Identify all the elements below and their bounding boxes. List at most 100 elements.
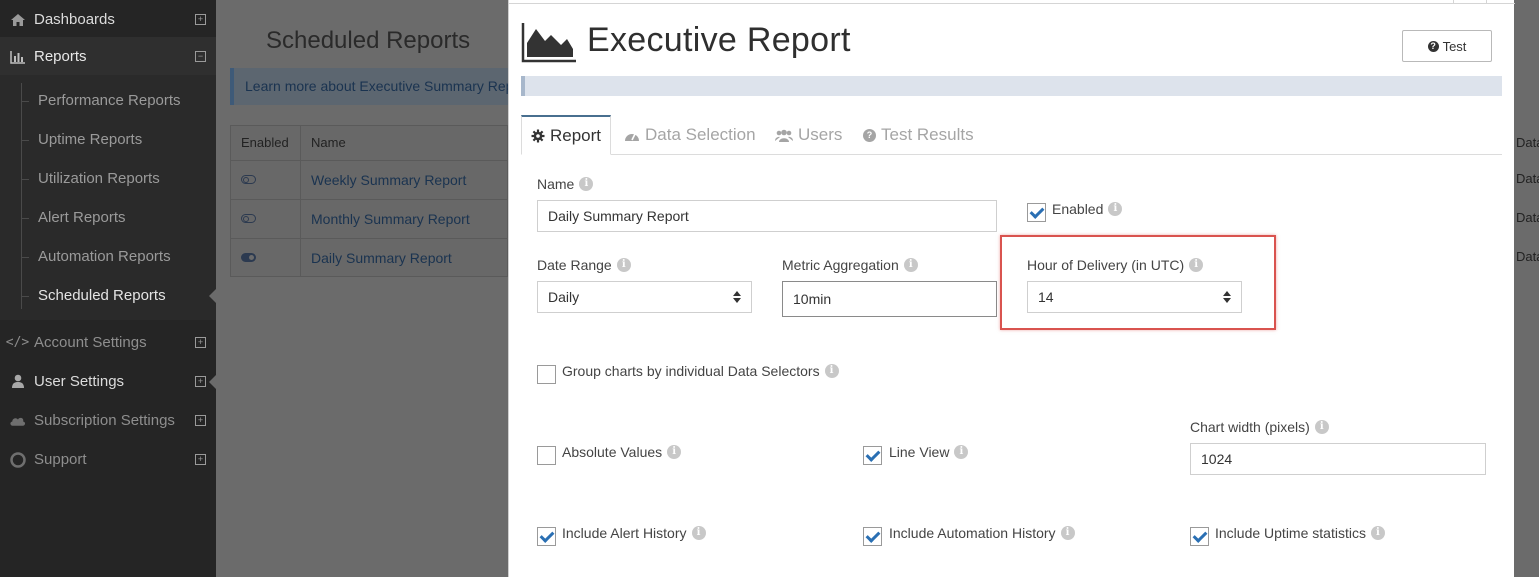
sub-uptime-reports[interactable]: Uptime Reports bbox=[21, 130, 142, 150]
column-header-name[interactable]: Name bbox=[311, 126, 346, 160]
info-icon[interactable]: i bbox=[667, 445, 682, 459]
date-range-label: Date Range i bbox=[537, 257, 631, 273]
executive-report-modal: Executive Report ? Test Report Data Sele… bbox=[508, 0, 1515, 577]
group-charts-checkbox[interactable] bbox=[537, 365, 556, 384]
include-automation-history-label: Include Automation History i bbox=[889, 525, 1075, 541]
highlight-box bbox=[1000, 235, 1276, 330]
expand-icon[interactable]: + bbox=[195, 415, 206, 426]
name-input[interactable]: Daily Summary Report bbox=[537, 200, 997, 232]
line-view-checkbox[interactable] bbox=[863, 446, 882, 465]
chart-width-label: Chart width (pixels) i bbox=[1190, 419, 1329, 435]
users-icon bbox=[775, 129, 793, 142]
nav-support[interactable]: Support + bbox=[0, 440, 216, 479]
chart-width-input[interactable]: 1024 bbox=[1190, 443, 1486, 475]
expand-icon[interactable]: + bbox=[195, 376, 206, 387]
info-icon[interactable]: i bbox=[691, 526, 706, 540]
sub-performance-reports[interactable]: Performance Reports bbox=[21, 91, 181, 111]
test-button[interactable]: ? Test bbox=[1402, 30, 1492, 62]
report-name-link[interactable]: Monthly Summary Report bbox=[311, 211, 470, 227]
nav-subscription-settings-label: Subscription Settings bbox=[34, 412, 175, 429]
info-icon[interactable]: i bbox=[1370, 526, 1385, 540]
home-icon bbox=[9, 12, 26, 28]
enabled-checkbox[interactable] bbox=[1027, 203, 1046, 222]
scheduled-reports-table: Enabled Name Weekly Summary Report Month… bbox=[230, 125, 509, 277]
sub-automation-reports[interactable]: Automation Reports bbox=[21, 247, 171, 267]
nav-reports[interactable]: Reports − bbox=[0, 37, 216, 76]
info-icon[interactable]: i bbox=[903, 258, 918, 272]
nav-user-settings[interactable]: User Settings + bbox=[0, 362, 216, 401]
info-icon[interactable]: i bbox=[1060, 526, 1075, 540]
report-name-link[interactable]: Daily Summary Report bbox=[311, 250, 452, 266]
tab-data-selection[interactable]: Data Selection bbox=[624, 115, 756, 155]
metric-aggregation-label: Metric Aggregation i bbox=[782, 257, 918, 273]
line-view-label: Line View i bbox=[889, 444, 969, 460]
name-label: Name i bbox=[537, 176, 594, 192]
include-alert-history-label: Include Alert History i bbox=[562, 525, 706, 541]
table-row[interactable]: Weekly Summary Report bbox=[231, 160, 509, 199]
nav-account-settings[interactable]: </> Account Settings + bbox=[0, 323, 216, 362]
nav-dashboards-label: Dashboards bbox=[34, 11, 115, 28]
info-icon[interactable]: i bbox=[579, 177, 594, 191]
question-circle-icon: ? bbox=[863, 128, 876, 142]
include-uptime-checkbox[interactable] bbox=[1190, 527, 1209, 546]
info-bar bbox=[521, 76, 1502, 96]
include-alert-history-checkbox[interactable] bbox=[537, 527, 556, 546]
toggle-off-icon[interactable] bbox=[241, 175, 256, 184]
include-uptime-label: Include Uptime statistics i bbox=[1215, 525, 1385, 541]
report-name-link[interactable]: Weekly Summary Report bbox=[311, 172, 466, 188]
info-icon[interactable]: i bbox=[824, 364, 839, 378]
modal-title: Executive Report bbox=[587, 21, 851, 59]
table-row[interactable]: Monthly Summary Report bbox=[231, 199, 509, 238]
column-header-enabled[interactable]: Enabled bbox=[241, 126, 289, 160]
nav-dashboards[interactable]: Dashboards + bbox=[0, 0, 216, 39]
metric-aggregation-input[interactable]: 10min bbox=[782, 281, 997, 317]
sub-alert-reports[interactable]: Alert Reports bbox=[21, 208, 126, 228]
info-icon[interactable]: i bbox=[616, 258, 631, 272]
toggle-off-icon[interactable] bbox=[241, 214, 256, 223]
test-button-label: Test bbox=[1442, 38, 1467, 54]
reports-submenu: Performance Reports Uptime Reports Utili… bbox=[0, 75, 216, 320]
absolute-values-label: Absolute Values i bbox=[562, 444, 682, 460]
modal-close-button[interactable] bbox=[1453, 0, 1487, 4]
select-arrows-icon bbox=[733, 290, 741, 304]
enabled-label: Enabled i bbox=[1052, 201, 1123, 217]
tab-report[interactable]: Report bbox=[521, 115, 611, 155]
area-chart-icon bbox=[521, 23, 576, 63]
toggle-on-icon[interactable] bbox=[241, 253, 256, 262]
dashboard-gauge-icon bbox=[625, 133, 639, 141]
group-charts-label: Group charts by individual Data Selector… bbox=[562, 363, 839, 379]
background-page: Scheduled Reports Learn more about Execu… bbox=[216, 0, 509, 577]
lifebuoy-icon bbox=[9, 451, 26, 468]
info-icon[interactable]: i bbox=[1314, 420, 1329, 434]
learn-more-banner[interactable]: Learn more about Executive Summary Repor… bbox=[230, 68, 508, 105]
gear-icon bbox=[531, 129, 545, 142]
nav-reports-label: Reports bbox=[34, 48, 87, 65]
expand-icon[interactable]: + bbox=[195, 14, 206, 25]
nav-support-label: Support bbox=[34, 451, 87, 468]
include-automation-history-checkbox[interactable] bbox=[863, 527, 882, 546]
expand-icon[interactable]: + bbox=[195, 454, 206, 465]
nav-user-settings-label: User Settings bbox=[34, 373, 125, 390]
sub-scheduled-reports[interactable]: Scheduled Reports bbox=[21, 286, 166, 306]
caret-icon bbox=[209, 374, 216, 389]
date-range-select[interactable]: Daily bbox=[537, 281, 752, 313]
nav-subscription-settings[interactable]: Subscription Settings + bbox=[0, 401, 216, 440]
bar-chart-icon bbox=[9, 49, 26, 65]
nav-account-settings-label: Account Settings bbox=[34, 334, 147, 351]
user-icon bbox=[9, 374, 26, 390]
collapse-icon[interactable]: − bbox=[195, 51, 206, 62]
tab-users[interactable]: Users bbox=[775, 115, 842, 155]
info-icon[interactable]: i bbox=[954, 445, 969, 459]
expand-icon[interactable]: + bbox=[195, 337, 206, 348]
sub-utilization-reports[interactable]: Utilization Reports bbox=[21, 169, 160, 189]
sidebar: Dashboards + Reports − Performance Repor… bbox=[0, 0, 216, 577]
absolute-values-checkbox[interactable] bbox=[537, 446, 556, 465]
info-icon[interactable]: i bbox=[1108, 202, 1123, 216]
table-row[interactable]: Daily Summary Report bbox=[231, 238, 509, 277]
tab-test-results[interactable]: ? Test Results bbox=[863, 115, 974, 155]
modal-tabs: Report Data Selection Users ? Test Resul… bbox=[521, 115, 1502, 155]
background-right-column: Data Data Data Data bbox=[1514, 0, 1539, 577]
cloud-icon bbox=[9, 413, 26, 429]
active-caret-icon bbox=[209, 289, 216, 303]
page-title: Scheduled Reports bbox=[266, 27, 471, 54]
